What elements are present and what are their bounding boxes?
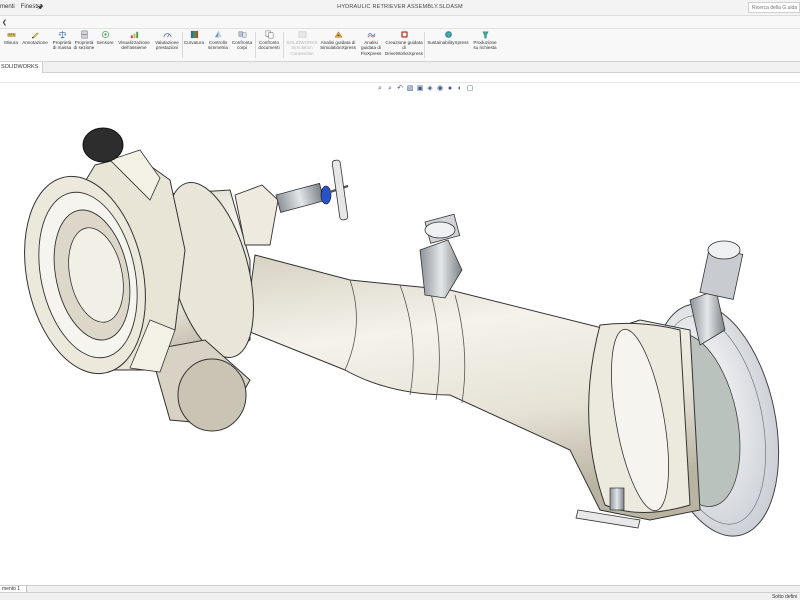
- assembly-visualization-button[interactable]: Visualizzazione dell'assieme: [115, 30, 153, 51]
- manufacturing-on-demand-label: Produzione su richiesta: [473, 40, 497, 51]
- annotation-label: Annotazione: [22, 40, 48, 45]
- feature-manager-bar: SOLIDWORKS: [0, 62, 800, 73]
- status-definition: Sotto defini: [771, 594, 797, 600]
- simulationxpress-button[interactable]: Analisi guidata di SimulationXpress: [320, 30, 356, 51]
- status-bar: Sotto defini: [0, 592, 800, 600]
- section-properties-button[interactable]: Proprietà di sezione: [73, 30, 95, 51]
- measure-button[interactable]: Misura: [2, 30, 20, 45]
- hydraulic-retriever-model[interactable]: [0, 83, 800, 585]
- floxpress-button[interactable]: Analisi guidata di FloXpress: [357, 30, 385, 56]
- help-search-input[interactable]: Ricerca della G.uida: [748, 2, 800, 13]
- main-tube: [244, 254, 701, 521]
- mass-properties-button[interactable]: Proprietà di massa: [51, 30, 73, 51]
- tabs-overflow-icon[interactable]: ❮: [2, 20, 7, 26]
- sensor-label: Sensore: [96, 40, 114, 45]
- window-title: HYDRAULIC RETRIEVER ASSEMBLY.SLDASM: [337, 4, 463, 10]
- compare-documents-label: Confronto documenti: [258, 40, 280, 51]
- annotation-button[interactable]: Annotazione: [20, 30, 50, 45]
- sensor-icon: [101, 31, 109, 38]
- floxpress-label: Analisi guidata di FloXpress: [360, 40, 382, 56]
- symmetry-check-label: Controllo simmetria: [208, 40, 228, 51]
- floxpress-icon: [367, 32, 375, 38]
- sustainabilityxpress-button[interactable]: SustainabilityXpress: [425, 30, 471, 45]
- performance-evaluation-label: Valutazione prestazioni: [155, 40, 179, 51]
- title-bar: menti Finestra 🖈 HYDRAULIC RETRIEVER ASS…: [0, 0, 800, 16]
- tab-solidworks[interactable]: SOLIDWORKS: [0, 62, 44, 73]
- simulationxpress-icon: [334, 31, 342, 38]
- performance-evaluation-icon: [163, 33, 171, 38]
- compare-bodies-icon: [238, 31, 246, 38]
- sensor-button[interactable]: Sensore: [96, 30, 114, 45]
- compare-bodies-button[interactable]: Confronta corpi: [230, 30, 254, 51]
- measure-label: Misura: [4, 40, 18, 45]
- middle-quick-coupler: [419, 213, 463, 299]
- manufacturing-on-demand-icon: [482, 31, 488, 39]
- sustainabilityxpress-icon: [444, 31, 452, 38]
- compare-documents-button[interactable]: Confronto documenti: [256, 30, 282, 51]
- manufacturing-on-demand-button[interactable]: Produzione su richiesta: [472, 30, 498, 51]
- top-valve: [234, 159, 349, 246]
- annotation-icon: [31, 32, 39, 39]
- command-manager-tabs: ❮: [0, 16, 800, 29]
- simulation-connection-icon: [298, 31, 306, 38]
- section-properties-icon: [81, 30, 87, 39]
- mass-properties-label: Proprietà di massa: [52, 40, 72, 51]
- mass-properties-icon: [57, 30, 67, 39]
- simulation-connection-label: SOLIDWORKS Simulation Connection: [286, 40, 318, 56]
- driveworksxpress-label: Creazione guidata di DriveWorksXpress: [385, 40, 423, 56]
- sustainabilityxpress-label: SustainabilityXpress: [427, 40, 469, 45]
- measure-icon: [7, 33, 15, 37]
- assembly-visualization-label: Visualizzazione dell'assieme: [118, 40, 150, 51]
- driveworksxpress-icon: [400, 31, 408, 38]
- curvature-label: Curvatura: [183, 40, 205, 45]
- symmetry-check-icon: [214, 30, 222, 39]
- symmetry-check-button[interactable]: Controllo simmetria: [206, 30, 230, 51]
- section-properties-label: Proprietà di sezione: [73, 40, 95, 51]
- viewport-header: [0, 73, 800, 83]
- compare-documents-icon: [265, 30, 273, 39]
- simulation-connection-button[interactable]: SOLIDWORKS Simulation Connection: [284, 30, 320, 56]
- simulationxpress-label: Analisi guidata di SimulationXpress: [320, 40, 356, 51]
- model-tabs: mento 1: [0, 585, 800, 593]
- curvature-icon: [190, 30, 198, 39]
- compare-bodies-label: Confronta corpi: [231, 40, 253, 51]
- performance-evaluation-button[interactable]: Valutazione prestazioni: [153, 30, 181, 51]
- assembly-visualization-icon: [130, 31, 138, 39]
- graphics-viewport[interactable]: ⌕ ⌕ ↶ ▧ ▣ ◈ ◉ ● ◐ ▢: [0, 83, 800, 585]
- curvature-button[interactable]: Curvatura: [183, 30, 205, 45]
- ribbon: Misura Annotazione Proprietà di massa Pr…: [0, 29, 800, 62]
- driveworksxpress-button[interactable]: Creazione guidata di DriveWorksXpress: [385, 30, 423, 56]
